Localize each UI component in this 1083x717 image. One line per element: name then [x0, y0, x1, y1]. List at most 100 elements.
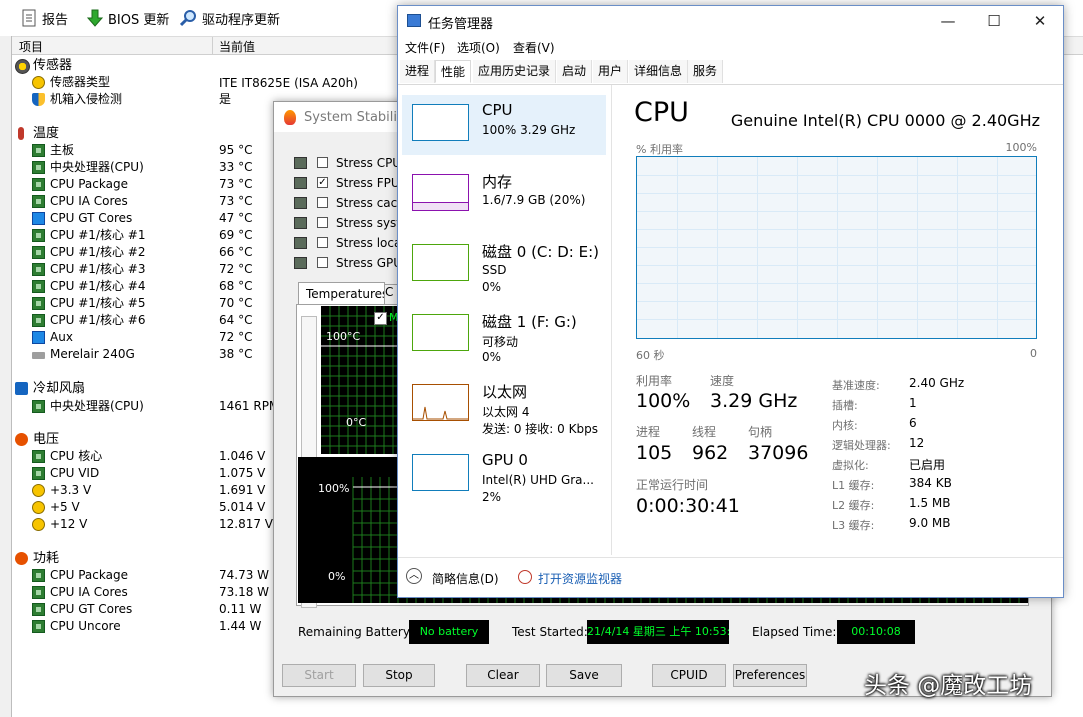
minimize-button[interactable]: —: [925, 6, 971, 36]
row-label: CPU #1/核心 #2: [50, 245, 146, 259]
stress-checkbox[interactable]: [317, 157, 328, 168]
spec-label: 逻辑处理器:: [832, 439, 891, 452]
stress-checkbox[interactable]: [317, 257, 328, 268]
open-resource-monitor-link[interactable]: 打开资源监视器: [538, 570, 622, 587]
row-value: 5.014 V: [219, 500, 266, 514]
temp-max-label: 100°C: [326, 330, 361, 343]
sensor-icon: [15, 59, 30, 74]
row-label: CPU #1/核心 #1: [50, 228, 146, 242]
row-value: 95 °C: [219, 143, 253, 157]
row-value: 73 °C: [219, 177, 253, 191]
tab-app-history[interactable]: 应用历史记录: [473, 60, 557, 83]
resource-item[interactable]: 磁盘 1 (F: G:) 可移动 0%: [402, 305, 606, 365]
category-label: 电压: [33, 432, 60, 447]
tab-startup[interactable]: 启动: [557, 60, 593, 83]
chip-icon: [32, 178, 45, 191]
menu-file[interactable]: 文件(F): [405, 39, 445, 56]
resource-item[interactable]: CPU 100% 3.29 GHz: [402, 95, 606, 155]
tab-services[interactable]: 服务: [688, 60, 724, 83]
spec-label: L1 缓存:: [832, 479, 875, 492]
graph-gridline: [637, 229, 1036, 230]
resource-stat-2: 2%: [482, 490, 502, 504]
row-label: CPU #1/核心 #6: [50, 313, 146, 327]
resource-stat: SSD: [482, 263, 507, 277]
row-value: ITE IT8625E (ISA A20h): [219, 76, 358, 90]
tab-users[interactable]: 用户: [593, 60, 629, 83]
chevron-up-icon[interactable]: ︿: [406, 568, 422, 584]
category-label: 传感器: [33, 58, 73, 73]
row-value: 66 °C: [219, 245, 253, 259]
row-label: CPU Package: [50, 177, 128, 191]
stress-checkbox[interactable]: [317, 197, 328, 208]
spec-value: 1.5 MB: [909, 496, 951, 510]
tab-temperatures[interactable]: Temperatures: [298, 282, 388, 305]
tab-performance[interactable]: 性能: [435, 60, 472, 83]
stress-checkbox[interactable]: [317, 217, 328, 228]
stop-button[interactable]: Stop: [363, 664, 435, 687]
utilization-label: 利用率: [636, 374, 673, 388]
tab-processes[interactable]: 进程: [400, 60, 436, 83]
cpu-model: Genuine Intel(R) CPU 0000 @ 2.40GHz: [730, 111, 1040, 130]
resource-thumbnail: [412, 104, 469, 141]
tm-title-bar[interactable]: 任务管理器 — ☐ ✕: [398, 6, 1063, 36]
graph-gridline: [637, 283, 1036, 284]
fewer-details-link[interactable]: 简略信息(D): [432, 570, 499, 587]
stress-label: Stress local: [336, 236, 405, 250]
row-value: 1.075 V: [219, 466, 266, 480]
row-label: CPU VID: [50, 466, 100, 480]
row-label: 中央处理器(CPU): [50, 399, 144, 413]
menu-options[interactable]: 选项(O): [457, 39, 500, 56]
resource-stat-2: 发送: 0 接收: 0 Kbps: [482, 422, 598, 436]
cpuid-button[interactable]: CPUID: [652, 664, 726, 687]
resource-item[interactable]: 以太网 以太网 4 发送: 0 接收: 0 Kbps: [402, 375, 606, 436]
processes-label: 进程: [636, 425, 661, 439]
chip-icon: [32, 263, 45, 276]
uptime-label: 正常运行时间: [636, 478, 709, 492]
resource-stat: 100% 3.29 GHz: [482, 123, 576, 137]
row-value: 72 °C: [219, 330, 253, 344]
row-value: 1.44 W: [219, 619, 262, 633]
graph-series-checkbox[interactable]: ✓: [374, 312, 387, 325]
flame-icon: [284, 110, 296, 125]
chip-icon: [32, 400, 45, 413]
row-value: 1.046 V: [219, 449, 266, 463]
resource-item[interactable]: GPU 0 Intel(R) UHD Gra... 2%: [402, 445, 606, 505]
row-label: CPU #1/核心 #5: [50, 296, 146, 310]
tab-details[interactable]: 详细信息: [629, 60, 689, 83]
component-icon: [294, 217, 307, 229]
row-value: 12.817 V: [219, 517, 274, 531]
handles-value: 37096: [748, 442, 809, 464]
row-label: Merelair 240G: [50, 347, 135, 361]
graph-gridline: [637, 247, 1036, 248]
processes-value: 105: [636, 442, 673, 464]
chip-icon: [32, 603, 45, 616]
row-value: 70 °C: [219, 296, 253, 310]
start-button[interactable]: Start: [282, 664, 356, 687]
resource-name: 磁盘 0 (C: D: E:): [482, 243, 599, 261]
close-button[interactable]: ✕: [1017, 6, 1063, 36]
watermark: 头条 @魔改工坊: [864, 673, 1033, 699]
tab-cooling[interactable]: C: [384, 284, 398, 305]
stability-title: System Stability: [304, 110, 410, 125]
spec-label: 基准速度:: [832, 379, 880, 392]
resource-item[interactable]: 磁盘 0 (C: D: E:) SSD 0%: [402, 235, 606, 295]
maximize-button[interactable]: ☐: [971, 6, 1017, 36]
row-label: CPU GT Cores: [50, 602, 133, 616]
menu-view[interactable]: 查看(V): [513, 39, 555, 56]
save-button[interactable]: Save: [546, 664, 622, 687]
resource-name: CPU: [482, 101, 513, 119]
row-label: 传感器类型: [50, 75, 111, 89]
fan-icon: [15, 382, 28, 395]
stress-checkbox[interactable]: ✓: [317, 177, 328, 188]
usage-min-label: 0%: [328, 570, 346, 583]
plus-icon: [32, 518, 45, 531]
preferences-button[interactable]: Preferences: [733, 664, 807, 687]
graph-gridline: [637, 211, 1036, 212]
row-value: 47 °C: [219, 211, 253, 225]
graph-y-max: 100%: [1005, 141, 1037, 154]
resource-item[interactable]: 内存 1.6/7.9 GB (20%): [402, 165, 606, 225]
clear-button[interactable]: Clear: [466, 664, 540, 687]
row-label: CPU IA Cores: [50, 585, 128, 599]
stress-checkbox[interactable]: [317, 237, 328, 248]
row-value: 33 °C: [219, 160, 253, 174]
